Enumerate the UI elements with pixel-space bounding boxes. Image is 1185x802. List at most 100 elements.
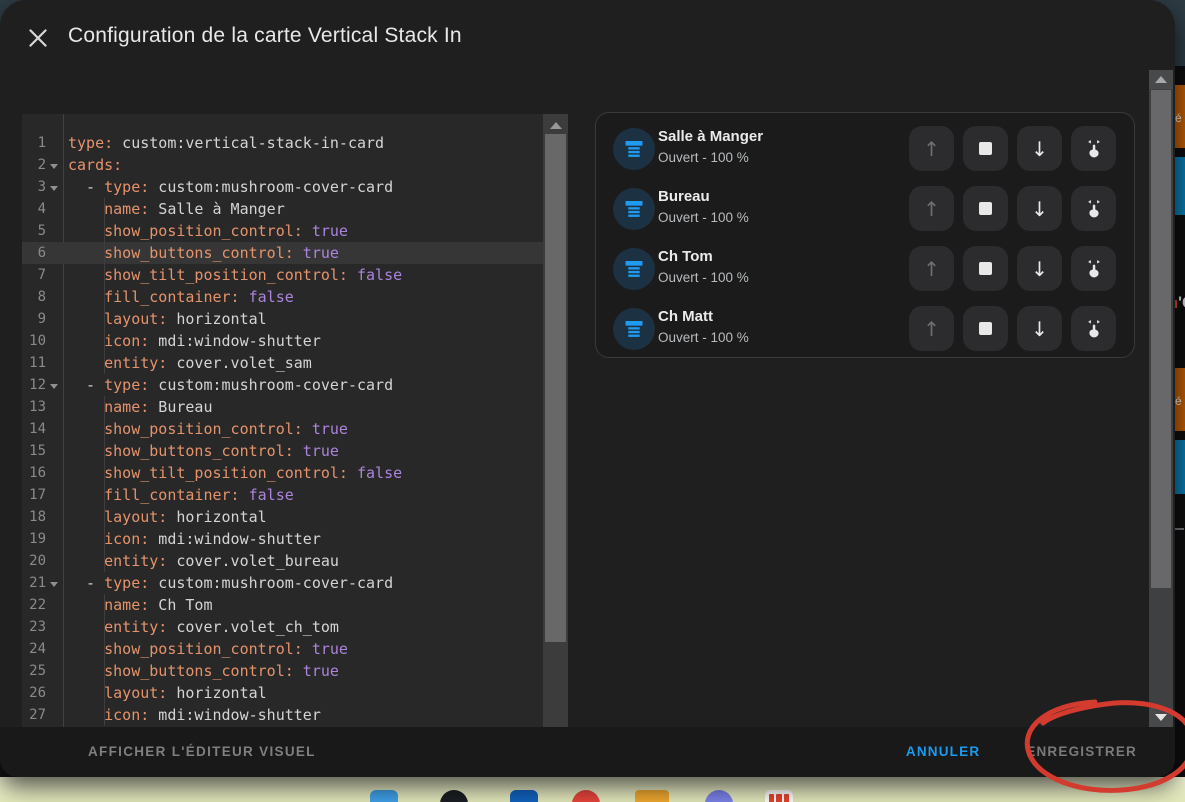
- cover-controls: ↑↓: [909, 126, 1116, 171]
- entity-name: Ch Matt: [658, 308, 713, 325]
- editor-scrollbar-thumb[interactable]: [545, 134, 566, 642]
- close-cover-button[interactable]: ↓: [1017, 306, 1062, 351]
- arrow-up-icon: ↑: [923, 197, 940, 221]
- tilt-cover-button[interactable]: [1071, 306, 1116, 351]
- cover-controls: ↑↓: [909, 186, 1116, 231]
- teams-app-icon[interactable]: [705, 790, 733, 802]
- line-number: 21: [22, 572, 46, 594]
- code-text: type: custom:vertical-stack-in-card: [68, 132, 384, 154]
- footer-actions: ANNULER ENREGISTRER: [906, 744, 1137, 759]
- code-text: entity: cover.volet_sam: [68, 352, 312, 374]
- github-app-icon[interactable]: [440, 790, 468, 802]
- card-preview: Salle à Manger Ouvert - 100 % ↑↓ Bureau …: [595, 112, 1135, 358]
- red-app-icon[interactable]: [572, 790, 600, 802]
- entity-name: Salle à Manger: [658, 128, 763, 145]
- entity-state: Ouvert - 100 %: [658, 270, 749, 285]
- code-text: show_position_control: true: [68, 418, 348, 440]
- dialog-scrollbar-thumb[interactable]: [1151, 90, 1171, 588]
- line-number: 26: [22, 682, 46, 704]
- open-cover-button[interactable]: ↑: [909, 126, 954, 171]
- stop-cover-button[interactable]: [963, 126, 1008, 171]
- cover-controls: ↑↓: [909, 246, 1116, 291]
- fold-arrow-icon[interactable]: [50, 384, 58, 389]
- line-number: 1: [22, 132, 46, 154]
- code-text: show_buttons_control: true: [68, 440, 339, 462]
- code-line: 10 icon: mdi:window-shutter: [22, 330, 543, 352]
- open-cover-button[interactable]: ↑: [909, 246, 954, 291]
- stop-square-icon: [979, 202, 992, 215]
- window-shutter-icon[interactable]: [613, 248, 655, 290]
- fold-arrow-icon[interactable]: [50, 186, 58, 191]
- dialog-scrollbar[interactable]: [1149, 70, 1173, 727]
- code-line: 3 - type: custom:mushroom-cover-card: [22, 176, 543, 198]
- code-line: 15 show_buttons_control: true: [22, 440, 543, 462]
- line-number: 25: [22, 660, 46, 682]
- code-line: 2 cards:: [22, 154, 543, 176]
- scroll-down-button[interactable]: [1149, 708, 1173, 727]
- stop-square-icon: [979, 262, 992, 275]
- code-line: 12 - type: custom:mushroom-cover-card: [22, 374, 543, 396]
- save-button[interactable]: ENREGISTRER: [1026, 744, 1137, 759]
- tilt-cover-button[interactable]: [1071, 186, 1116, 231]
- code-text: fill_container: false: [68, 484, 294, 506]
- background-card-fragment: [1175, 157, 1185, 215]
- tilt-hand-icon: [1083, 198, 1105, 220]
- close-cover-button[interactable]: ↓: [1017, 126, 1062, 171]
- code-line: 18 layout: horizontal: [22, 506, 543, 528]
- code-text: show_position_control: true: [68, 638, 348, 660]
- show-visual-editor-button[interactable]: AFFICHER L'ÉDITEUR VISUEL: [88, 744, 316, 759]
- arrow-up-icon: ↑: [923, 317, 940, 341]
- editor-scroll-up-icon[interactable]: [550, 122, 562, 129]
- code-line: 14 show_position_control: true: [22, 418, 543, 440]
- open-cover-button[interactable]: ↑: [909, 186, 954, 231]
- screen: é'Cé Configuration de la carte Vertical …: [0, 0, 1185, 802]
- stop-cover-button[interactable]: [963, 246, 1008, 291]
- tilt-hand-icon: [1083, 258, 1105, 280]
- word-app-icon[interactable]: [370, 790, 398, 802]
- stop-cover-button[interactable]: [963, 306, 1008, 351]
- editor-scrollbar[interactable]: [543, 114, 568, 727]
- cover-entity-row[interactable]: Ch Tom Ouvert - 100 % ↑↓: [596, 239, 1134, 299]
- close-cover-button[interactable]: ↓: [1017, 186, 1062, 231]
- code-text: show_position_control: true: [68, 220, 348, 242]
- window-shutter-icon[interactable]: [613, 308, 655, 350]
- window-shutter-icon[interactable]: [613, 188, 655, 230]
- tilt-cover-button[interactable]: [1071, 246, 1116, 291]
- scroll-up-button[interactable]: [1149, 70, 1173, 89]
- window-shutter-icon[interactable]: [613, 128, 655, 170]
- close-icon[interactable]: [25, 25, 51, 51]
- grid-dots-icon: [769, 794, 789, 802]
- code-text: entity: cover.volet_bureau: [68, 550, 339, 572]
- code-line: 17 fill_container: false: [22, 484, 543, 506]
- cover-entity-row[interactable]: Ch Matt Ouvert - 100 % ↑↓: [596, 299, 1134, 359]
- code-line: 7 show_tilt_position_control: false: [22, 264, 543, 286]
- arrow-down-icon: ↓: [1031, 197, 1048, 221]
- open-cover-button[interactable]: ↑: [909, 306, 954, 351]
- close-cover-button[interactable]: ↓: [1017, 246, 1062, 291]
- fold-arrow-icon[interactable]: [50, 582, 58, 587]
- code-text: fill_container: false: [68, 286, 294, 308]
- folder-icon[interactable]: [635, 790, 669, 802]
- cover-entity-row[interactable]: Bureau Ouvert - 100 % ↑↓: [596, 179, 1134, 239]
- tilt-cover-button[interactable]: [1071, 126, 1116, 171]
- code-line: 21 - type: custom:mushroom-cover-card: [22, 572, 543, 594]
- background-card-fragment: [1175, 440, 1185, 494]
- code-line: 6 show_buttons_control: true: [22, 242, 543, 264]
- code-line: 26 layout: horizontal: [22, 682, 543, 704]
- blue-app-icon[interactable]: [510, 790, 538, 802]
- grid-app-icon[interactable]: [765, 790, 793, 802]
- fold-arrow-icon[interactable]: [50, 164, 58, 169]
- cover-entity-row[interactable]: Salle à Manger Ouvert - 100 % ↑↓: [596, 119, 1134, 179]
- yaml-code-editor[interactable]: 1 type: custom:vertical-stack-in-card 2 …: [22, 114, 568, 727]
- cancel-button[interactable]: ANNULER: [906, 744, 980, 759]
- code-line: 8 fill_container: false: [22, 286, 543, 308]
- code-line: 5 show_position_control: true: [22, 220, 543, 242]
- fragment-text: é: [1175, 111, 1182, 125]
- line-number: 15: [22, 440, 46, 462]
- line-number: 6: [22, 242, 46, 264]
- line-number: 16: [22, 462, 46, 484]
- code-text: icon: mdi:window-shutter: [68, 528, 321, 550]
- stop-cover-button[interactable]: [963, 186, 1008, 231]
- background-card-fragment: é: [1175, 368, 1185, 431]
- arrow-down-icon: [1155, 714, 1167, 721]
